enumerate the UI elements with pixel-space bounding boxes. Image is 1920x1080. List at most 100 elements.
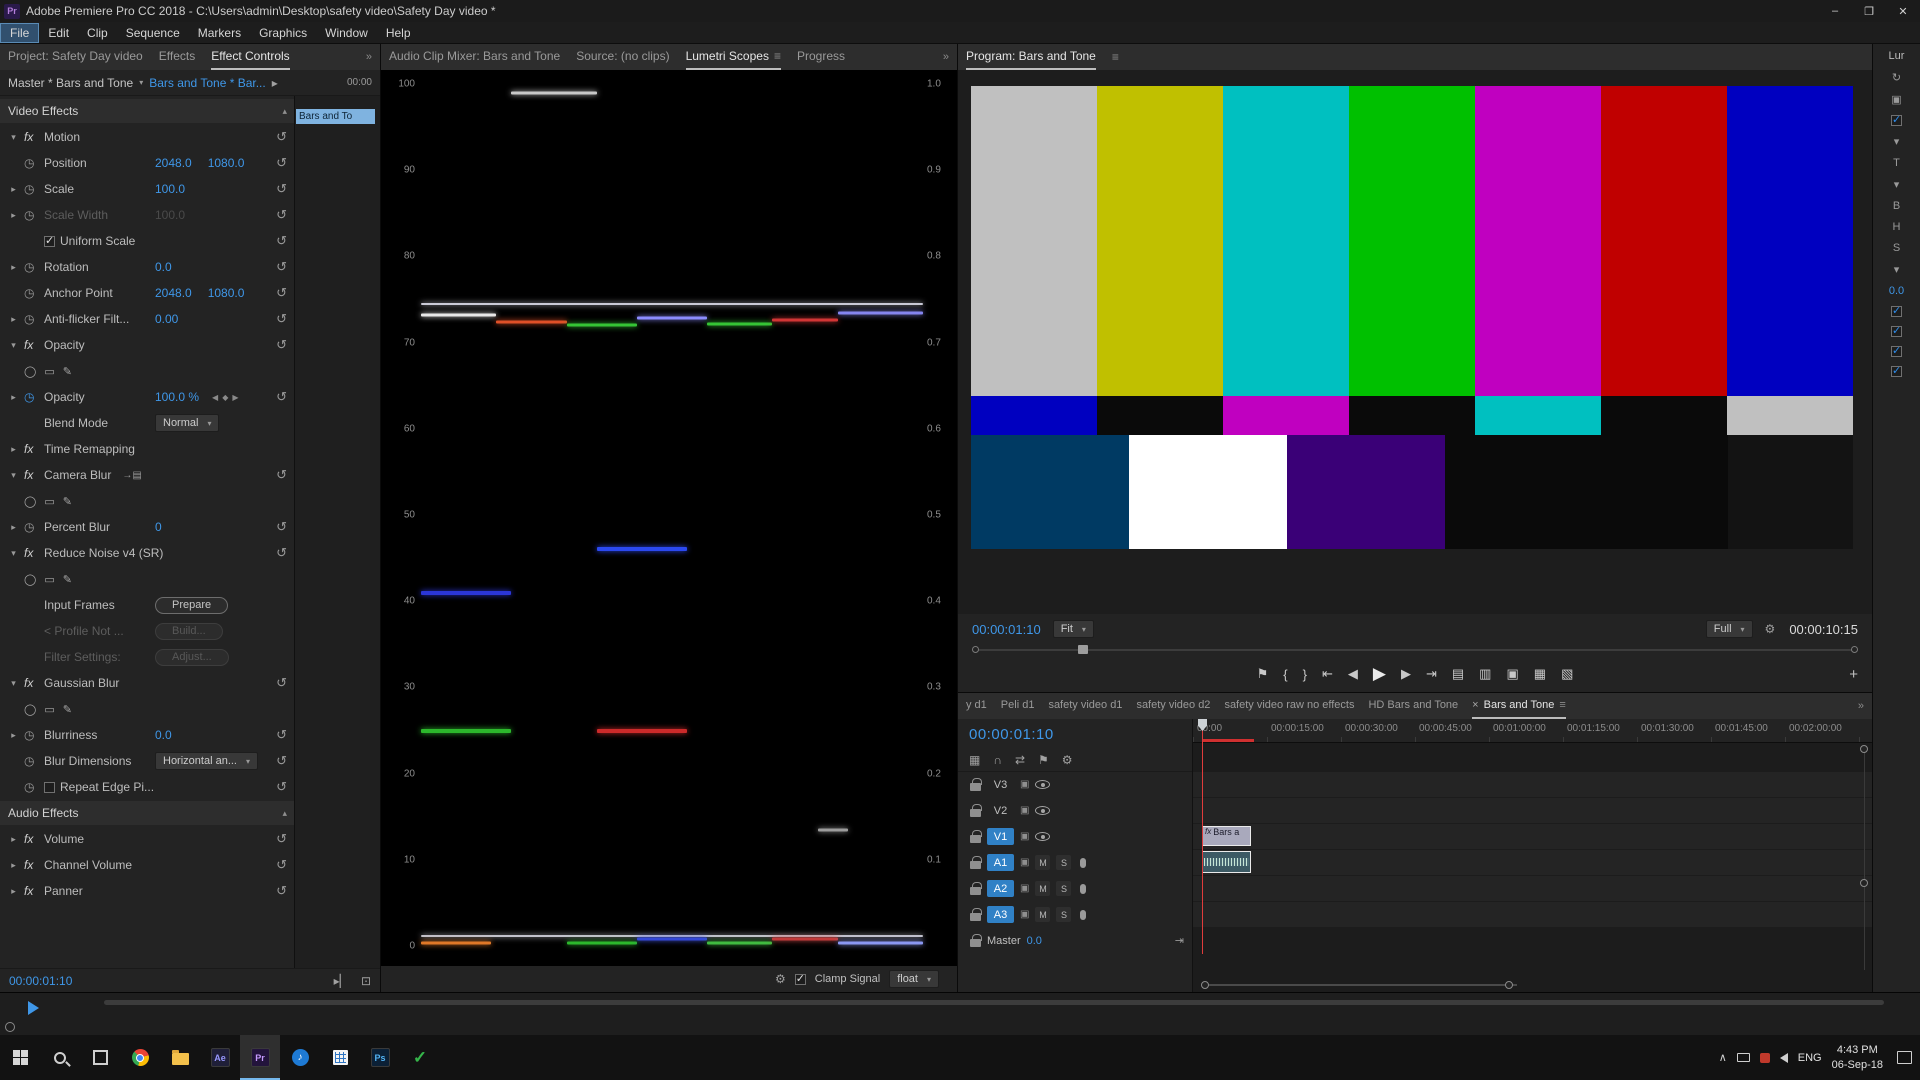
param-value[interactable]: 1080.0 [208,286,245,300]
keyframe-nav-icon[interactable]: ▶ [232,393,238,402]
start-button[interactable] [0,1035,40,1080]
twirl-down-icon[interactable]: ▾ [8,470,19,481]
tab-progress[interactable]: Progress [797,44,845,70]
twirl-right-icon[interactable]: ▸ [8,184,19,195]
add-button[interactable]: + [1849,666,1858,683]
sync-lock-icon[interactable]: ▣ [1020,831,1029,842]
reset-icon[interactable]: ↺ [276,857,287,873]
ellipse-mask-icon[interactable]: ◯ [24,703,36,716]
mark-out-button[interactable]: } [1303,667,1307,682]
track-lane-a3[interactable] [1193,902,1872,927]
tab-source-no-clips[interactable]: Source: (no clips) [576,44,669,70]
program-timecode[interactable]: 00:00:01:10 [972,622,1041,637]
go-to-in-button[interactable]: ⇤ [1322,666,1333,682]
twirl-right-icon[interactable]: ▸ [8,860,19,871]
stopwatch-icon[interactable]: ◷ [24,286,39,300]
mute-button[interactable]: M [1035,855,1051,870]
tab-effects[interactable]: Effects [159,44,195,70]
reset-icon[interactable]: ↺ [276,831,287,847]
checkmark-app-icon[interactable]: ✓ [400,1035,440,1080]
keyframe-nav-icon[interactable]: ◆ [222,393,228,402]
value[interactable]: 0.0 [1889,285,1904,297]
panel-overflow-chevrons-icon[interactable]: » [366,51,372,63]
timeline-vertical-scrollbar[interactable] [1860,745,1870,976]
tab-hd-bars-and-tone[interactable]: HD Bars and Tone [1368,693,1458,719]
track-lane-a1[interactable] [1193,850,1872,875]
stopwatch-icon[interactable]: ◷ [24,156,39,170]
section-video-effects[interactable]: Video Effects ▴ [0,99,294,123]
param-value[interactable]: 0 [155,520,162,534]
linked-selection-icon[interactable]: ⇄ [1015,753,1025,767]
reset-icon[interactable]: ↺ [276,207,287,223]
panel-overflow-chevrons-icon[interactable]: » [1858,700,1864,712]
language-indicator[interactable]: ENG [1798,1052,1822,1064]
zoom-fit-icon[interactable]: ⊡ [361,974,371,988]
video-clip-bars-and-tone[interactable]: fx Bars a [1202,826,1251,846]
playback-resolution-dropdown[interactable]: Full ▾ [1705,620,1753,638]
tab-program-bars-and-tone[interactable]: Program: Bars and Tone [966,44,1096,70]
solo-button[interactable]: S [1056,907,1072,922]
rect-mask-icon[interactable]: ▭ [44,703,54,716]
panel-icon[interactable]: ▣ [1891,93,1901,106]
menu-sequence[interactable]: Sequence [117,24,189,42]
letter-b[interactable]: B [1893,200,1900,212]
play-icon[interactable]: ▸ [272,76,278,90]
after-effects-icon[interactable]: Ae [200,1035,240,1080]
dropdown-blur-dimensions[interactable]: Horizontal an... ▾ [155,752,258,770]
master-clip-label[interactable]: Master * Bars and Tone [8,76,133,90]
lock-icon[interactable] [970,934,982,947]
reset-icon[interactable]: ↺ [276,883,287,899]
search-button[interactable] [40,1035,80,1080]
maximize-button[interactable]: ❐ [1852,0,1886,22]
letter-h[interactable]: H [1893,221,1901,233]
tab-effect-controls[interactable]: Effect Controls [211,44,290,70]
tab-y-d1[interactable]: y d1 [966,693,987,719]
photoshop-icon[interactable]: Ps [360,1035,400,1080]
param-value[interactable]: 100.0 [155,208,185,222]
chevron-down-icon[interactable]: ▾ [1894,135,1900,148]
param-value[interactable]: 0.00 [155,312,178,326]
clamp-signal-checkbox[interactable] [794,972,806,985]
twirl-right-icon[interactable]: ▸ [8,392,19,403]
reset-icon[interactable]: ↺ [276,259,287,275]
panel-menu-icon[interactable]: ≡ [774,49,781,63]
pen-mask-icon[interactable]: ✎ [63,573,72,586]
track-name-button[interactable]: V1 [987,828,1014,845]
mini-timeline-clip[interactable]: Bars and To [296,109,375,124]
param-value[interactable]: 2048.0 [155,156,192,170]
twirl-right-icon[interactable]: ▸ [8,522,19,533]
solo-button[interactable]: S [1056,855,1072,870]
clock[interactable]: 4:43 PM 06-Sep-18 [1832,1043,1883,1073]
mute-button[interactable]: M [1035,907,1051,922]
voiceover-mic-icon[interactable] [1080,883,1087,894]
lock-icon[interactable] [970,804,982,817]
reset-icon[interactable]: ↺ [276,545,287,561]
stopwatch-icon[interactable]: ◷ [24,520,39,534]
setup-icon[interactable]: →▤ [122,470,141,481]
zoom-level-dropdown[interactable]: Fit ▾ [1052,620,1094,638]
menu-edit[interactable]: Edit [39,24,78,42]
track-output-eye-icon[interactable] [1035,832,1051,841]
letter-s[interactable]: S [1893,242,1900,254]
reset-icon[interactable]: ↺ [276,337,287,353]
reset-icon[interactable]: ↺ [276,285,287,301]
stopwatch-icon[interactable]: ◷ [24,182,39,196]
scrubber-end-handle[interactable] [1851,646,1858,653]
vscroll-handle-bottom[interactable] [1860,878,1868,887]
twirl-right-icon[interactable]: ▸ [8,886,19,897]
snap-icon[interactable]: ∩ [993,753,1002,767]
reset-icon[interactable]: ↺ [276,675,287,691]
sync-lock-icon[interactable]: ▣ [1020,805,1029,816]
tab-project-safety-day-video[interactable]: Project: Safety Day video [8,44,143,70]
twirl-right-icon[interactable]: ▸ [8,262,19,273]
mark-in-button[interactable]: { [1283,667,1287,682]
track-name-button[interactable]: A1 [987,854,1014,871]
rect-mask-icon[interactable]: ▭ [44,495,54,508]
param-value[interactable]: 100.0 % [155,390,199,404]
solo-button[interactable]: S [1056,881,1072,896]
stopwatch-icon[interactable]: ◷ [24,390,39,404]
panel-overflow-chevrons-icon[interactable]: » [943,51,949,63]
fx-enabled-checkbox[interactable] [1890,304,1902,317]
menu-window[interactable]: Window [316,24,377,42]
playhead-timecode[interactable]: 00:00:01:10 [9,974,72,988]
